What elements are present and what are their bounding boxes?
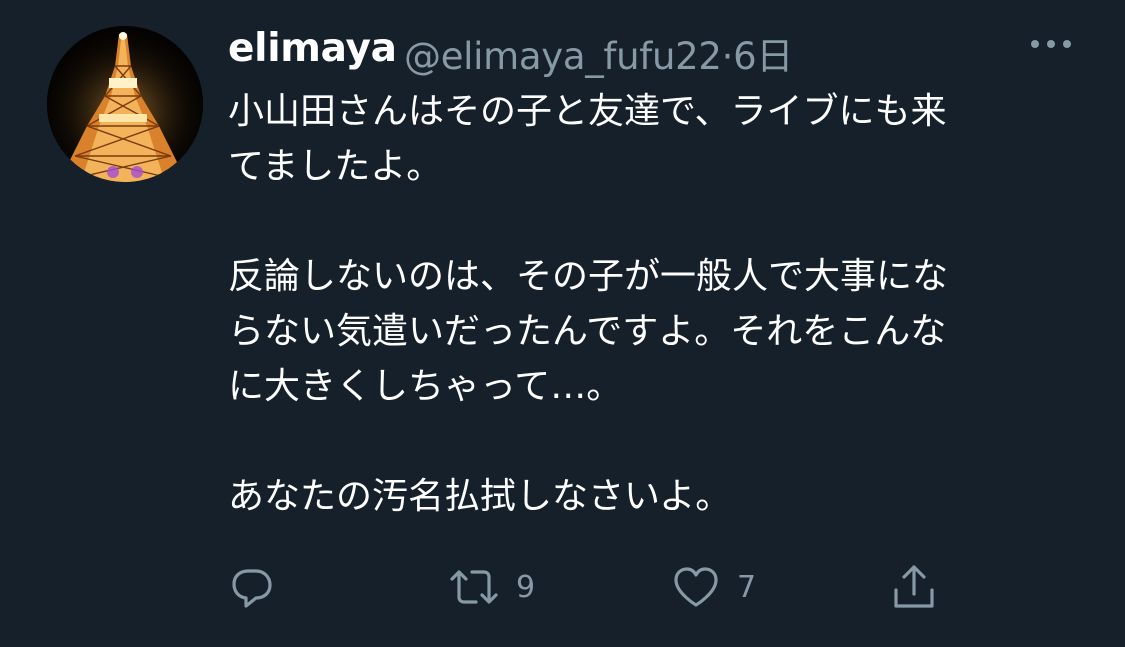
timestamp[interactable]: 6日 bbox=[733, 35, 793, 78]
tweet-text-blank-line bbox=[228, 414, 1078, 469]
tweet-card[interactable]: elimaya @elimaya_fufu22·6日 小山田さんはその子と友達で… bbox=[0, 0, 1125, 647]
like-button[interactable]: 7 bbox=[671, 562, 756, 612]
more-dots-icon bbox=[1031, 40, 1071, 48]
tokyo-tower-avatar-image bbox=[47, 26, 203, 182]
tweet-meta: @elimaya_fufu22·6日 bbox=[404, 26, 793, 80]
retweet-button[interactable]: 9 bbox=[448, 562, 535, 612]
reply-button[interactable] bbox=[228, 562, 292, 612]
retweet-count: 9 bbox=[516, 569, 536, 605]
tweet-text-line: に大きくしちゃって…。 bbox=[228, 366, 623, 407]
tweet-text: 小山田さんはその子と友達で、ライブにも来 てましたよ。 反論しないのは、その子が… bbox=[228, 84, 1078, 524]
tweet-action-bar: 9 7 bbox=[228, 562, 968, 612]
avatar[interactable] bbox=[47, 26, 203, 182]
tweet-text-line: あなたの汚名払拭しなさいよ。 bbox=[228, 476, 732, 517]
tweet-text-line: 反論しないのは、その子が一般人で大事にな bbox=[228, 256, 949, 297]
tweet-text-line: 小山田さんはその子と友達で、ライブにも来 bbox=[228, 91, 947, 132]
tweet-text-line: らない気遣いだったんですよ。それをこんな bbox=[228, 311, 947, 352]
tweet-content: elimaya @elimaya_fufu22·6日 小山田さんはその子と友達で… bbox=[228, 20, 1088, 517]
tweet-header: elimaya @elimaya_fufu22·6日 bbox=[228, 20, 1088, 78]
share-icon bbox=[894, 565, 934, 608]
retweet-icon bbox=[450, 570, 498, 604]
reply-icon bbox=[232, 569, 272, 608]
display-name[interactable]: elimaya bbox=[228, 26, 397, 71]
handle[interactable]: @elimaya_fufu22 bbox=[404, 35, 722, 78]
heart-icon bbox=[674, 567, 718, 607]
tweet-text-line: てましたよ。 bbox=[228, 146, 443, 187]
separator: · bbox=[721, 35, 734, 78]
like-count: 7 bbox=[737, 569, 757, 605]
more-options-button[interactable] bbox=[1028, 32, 1074, 56]
tweet-text-blank-line bbox=[228, 194, 1078, 249]
share-button[interactable] bbox=[888, 562, 956, 612]
